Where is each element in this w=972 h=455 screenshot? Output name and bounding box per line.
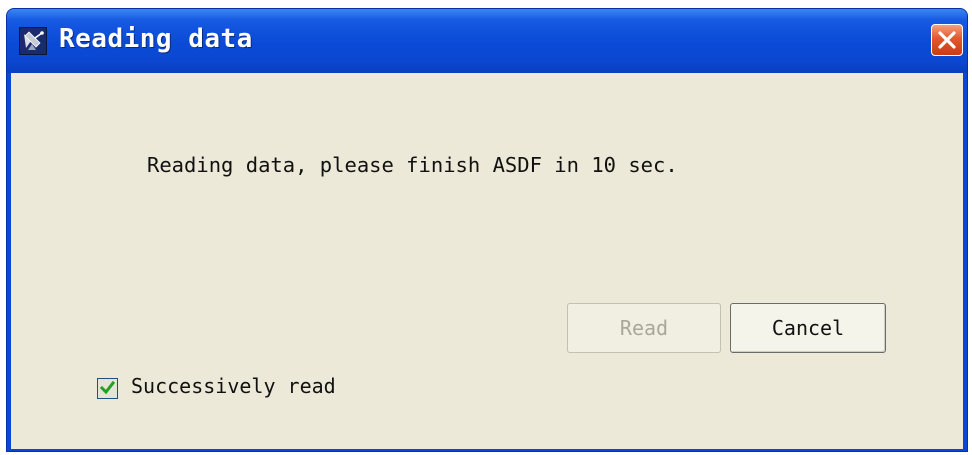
successive-read-label: Successively read <box>131 374 336 398</box>
close-button[interactable] <box>931 24 963 56</box>
dialog-body: Reading data, please finish ASDF in 10 s… <box>11 73 963 449</box>
successive-read-checkbox[interactable] <box>97 378 118 399</box>
satellite-icon <box>19 27 47 55</box>
read-button[interactable]: Read <box>567 303 721 353</box>
window-title: Reading data <box>59 24 253 54</box>
title-bar[interactable]: Reading data <box>7 9 967 73</box>
reading-data-dialog: Reading data Reading data, please finish… <box>6 8 968 452</box>
checkmark-icon <box>99 380 116 395</box>
close-icon <box>938 31 956 49</box>
status-message: Reading data, please finish ASDF in 10 s… <box>147 153 678 177</box>
cancel-button[interactable]: Cancel <box>730 303 886 353</box>
